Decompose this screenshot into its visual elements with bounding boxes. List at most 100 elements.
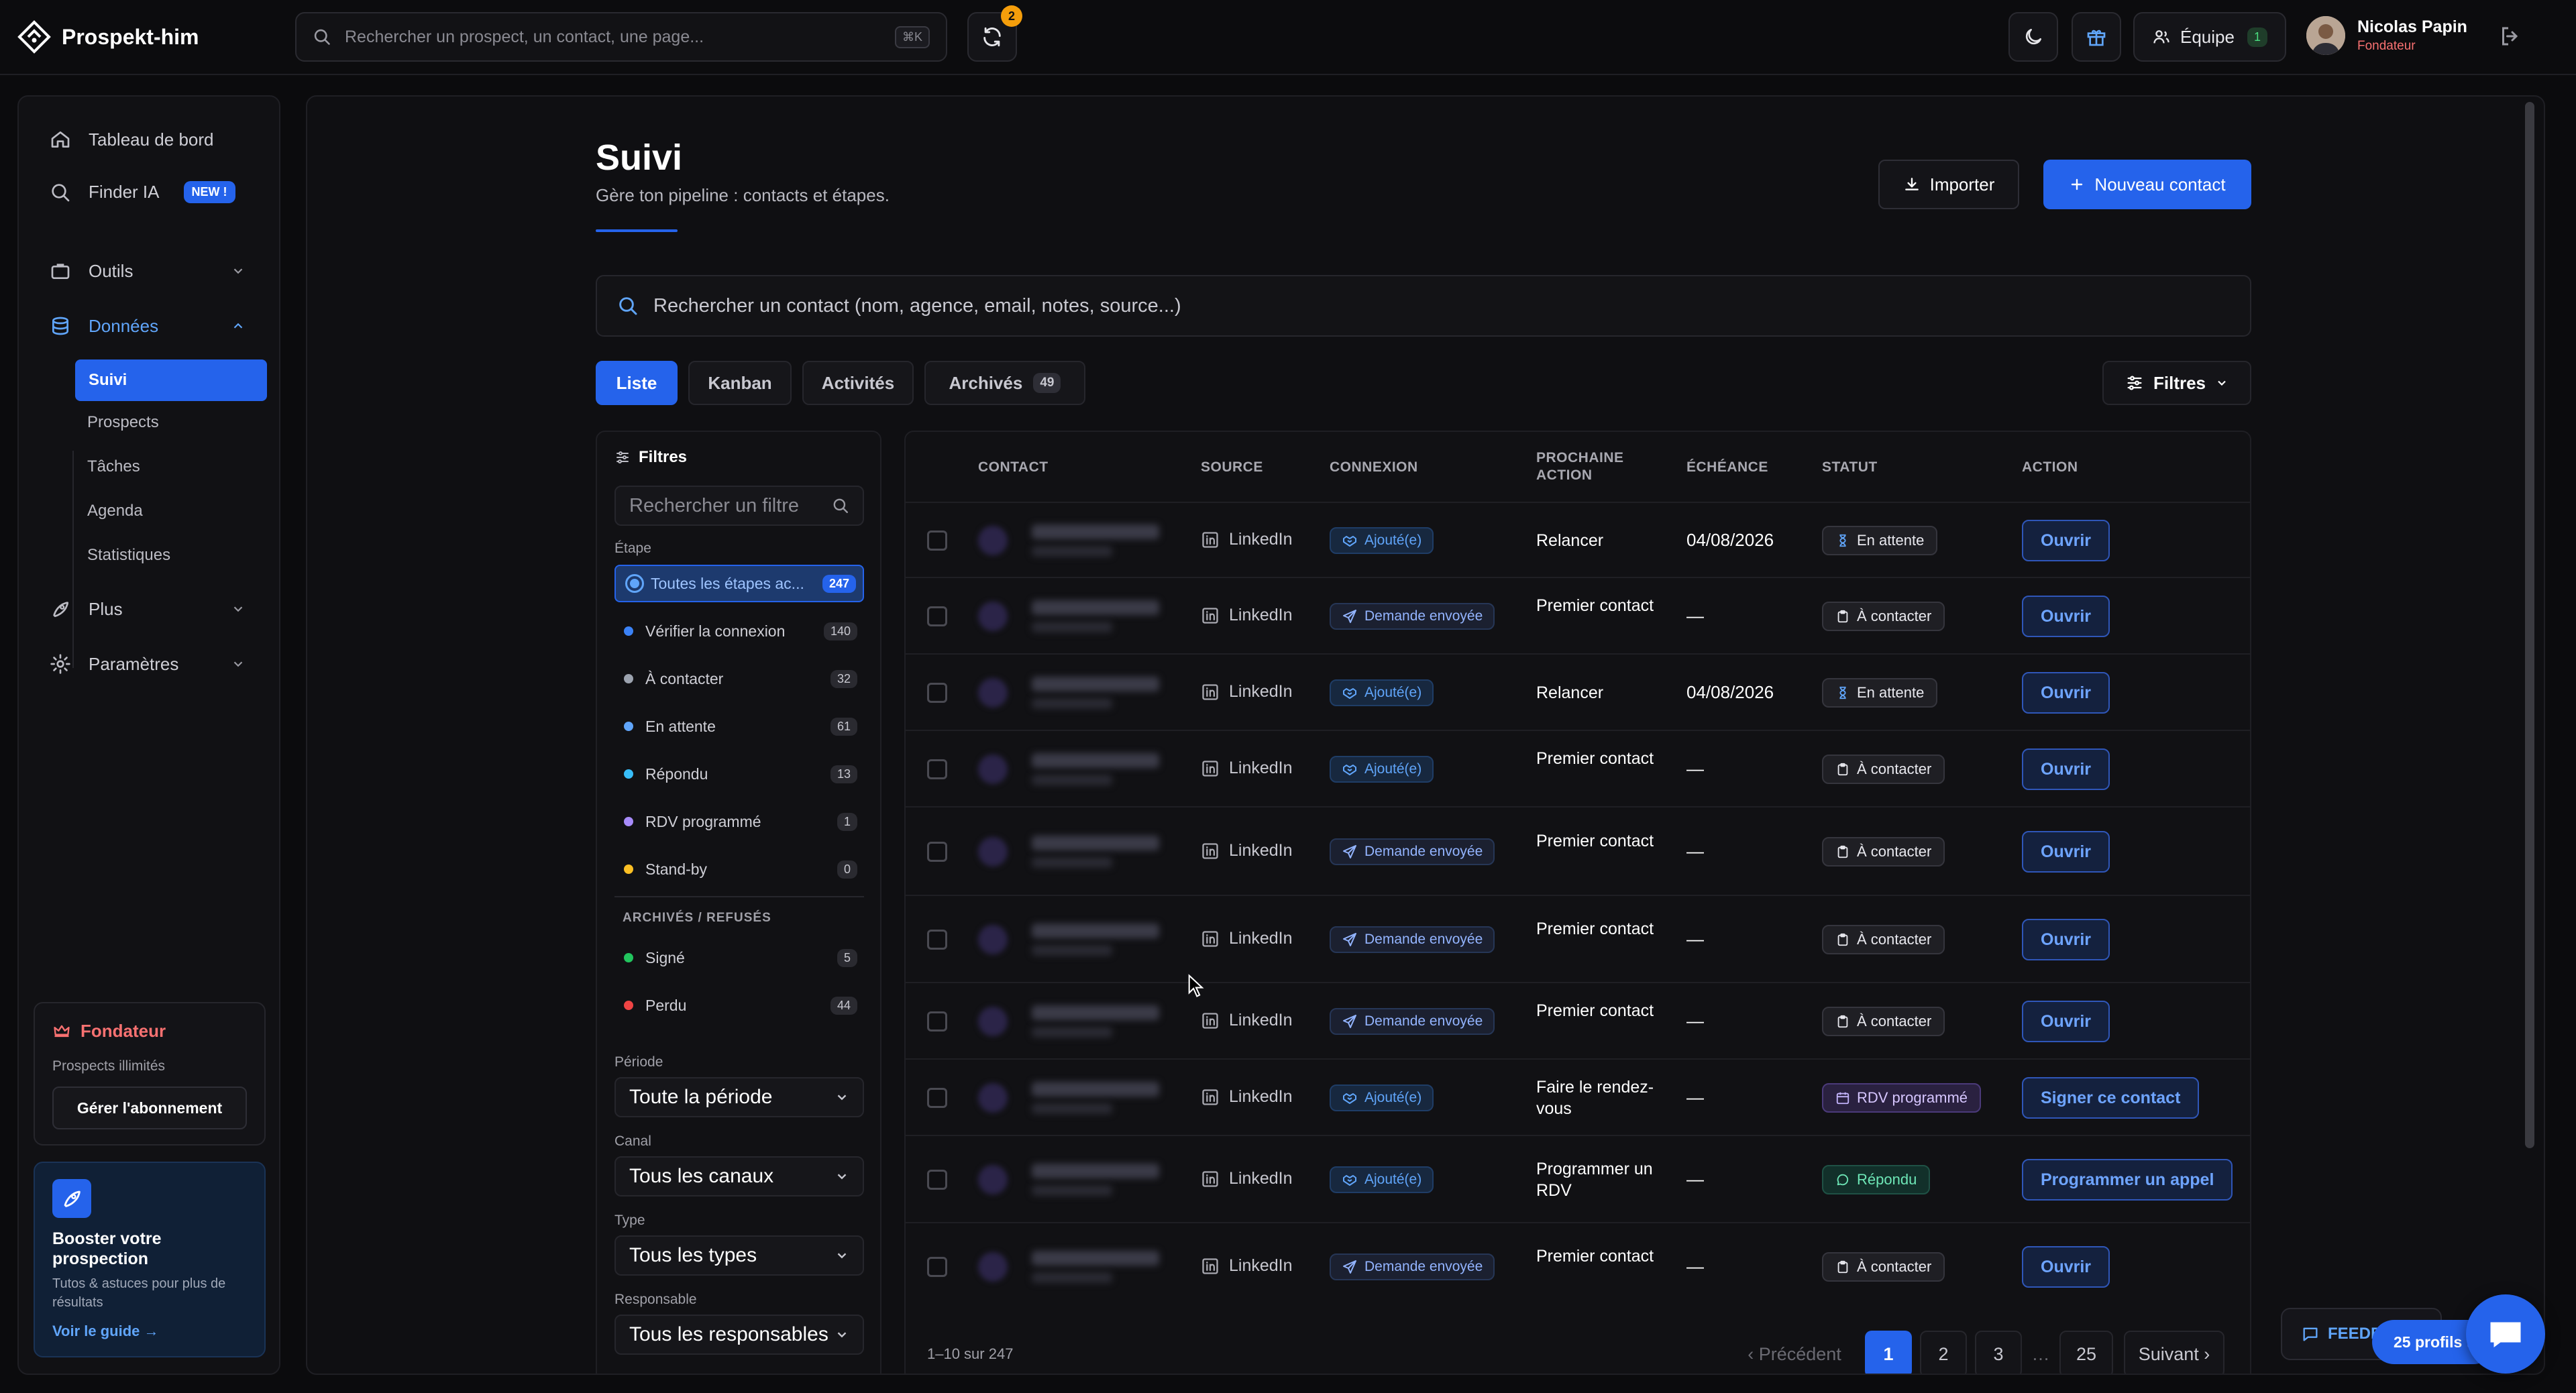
title-underline: [596, 229, 678, 232]
row-action-button[interactable]: Ouvrir: [2022, 1001, 2110, 1042]
table-row[interactable]: LinkedIn Ajouté(e) Premier contact — À conta…: [906, 730, 2250, 806]
table-row[interactable]: LinkedIn Demande envoyée Premier contact — À…: [906, 982, 2250, 1058]
row-checkbox[interactable]: [927, 683, 947, 703]
message-icon: [2490, 1322, 2521, 1347]
global-search-input[interactable]: Rechercher un prospect, un contact, une …: [295, 12, 947, 62]
next-action-text: Premier contact: [1536, 920, 1654, 938]
new-contact-button[interactable]: Nouveau contact: [2043, 160, 2251, 209]
connection-badge: Ajouté(e): [1330, 527, 1434, 554]
table-row[interactable]: LinkedIn Ajouté(e) Programmer un RDV — Répon…: [906, 1135, 2250, 1222]
import-button[interactable]: Importer: [1878, 160, 2019, 209]
archived-filter-item[interactable]: Signé 5: [614, 939, 864, 977]
row-checkbox[interactable]: [927, 1257, 947, 1277]
row-checkbox[interactable]: [927, 1170, 947, 1190]
sidebar-item-settings[interactable]: Paramètres: [50, 653, 264, 675]
row-action-button[interactable]: Ouvrir: [2022, 596, 2110, 637]
guide-link[interactable]: Voir le guide →: [52, 1323, 159, 1340]
sidebar-item-data[interactable]: Données: [50, 315, 264, 337]
radio-selected-icon: [625, 574, 644, 593]
status-text: À contacter: [1857, 761, 1932, 777]
stage-filter-item[interactable]: En attente 61: [614, 708, 864, 745]
stage-filter-item[interactable]: Répondu 13: [614, 755, 864, 793]
archived-filter-item[interactable]: Perdu 44: [614, 987, 864, 1024]
contact-search-input[interactable]: Rechercher un contact (nom, agence, emai…: [596, 275, 2251, 337]
contact-avatar-blurred: [978, 1007, 1008, 1036]
team-button[interactable]: Équipe 1: [2133, 12, 2286, 62]
stage-filter-item[interactable]: Toutes les étapes ac... 247: [614, 565, 864, 602]
column-header-due[interactable]: ÉCHÉANCE: [1686, 459, 1768, 476]
owner-select[interactable]: Tous les responsables: [614, 1315, 864, 1355]
column-header-connexion[interactable]: CONNEXION: [1330, 459, 1418, 476]
stage-filter-item[interactable]: RDV programmé 1: [614, 803, 864, 840]
row-checkbox[interactable]: [927, 930, 947, 950]
row-checkbox[interactable]: [927, 842, 947, 862]
manage-subscription-button[interactable]: Gérer l'abonnement: [52, 1086, 247, 1129]
pagination-page-3[interactable]: 3: [1975, 1331, 2022, 1374]
period-label: Période: [614, 1054, 663, 1070]
gift-button[interactable]: [2072, 12, 2121, 62]
row-action-button[interactable]: Programmer un appel: [2022, 1159, 2233, 1201]
app-logo[interactable]: Prospekt-him: [17, 20, 199, 54]
tab-liste[interactable]: Liste: [596, 361, 678, 405]
row-checkbox[interactable]: [927, 531, 947, 551]
user-menu[interactable]: Nicolas Papin Fondateur: [2306, 16, 2467, 55]
column-header-next-action[interactable]: PROCHAINE ACTION: [1536, 449, 1637, 484]
connection-text: Demande envoyée: [1364, 932, 1483, 947]
sidebar-item-finder[interactable]: Finder IA NEW !: [50, 181, 235, 203]
row-checkbox[interactable]: [927, 1011, 947, 1032]
period-select[interactable]: Toute la période: [614, 1077, 864, 1117]
stage-filter-item[interactable]: Stand-by 0: [614, 850, 864, 888]
type-select[interactable]: Tous les types: [614, 1235, 864, 1276]
tab-activites[interactable]: Activités: [802, 361, 914, 405]
filter-search-input[interactable]: Rechercher un filtre: [614, 486, 864, 526]
column-header-source[interactable]: SOURCE: [1201, 459, 1263, 476]
table-row[interactable]: LinkedIn Ajouté(e) Relancer 04/08/2026 En at…: [906, 502, 2250, 577]
pagination-next[interactable]: Suivant ›: [2124, 1331, 2224, 1374]
filters-button[interactable]: Filtres: [2102, 361, 2251, 405]
filter-panel: Filtres Rechercher un filtre Étape Toute…: [596, 431, 881, 1374]
table-row[interactable]: LinkedIn Demande envoyée Premier contact — À…: [906, 577, 2250, 653]
row-action-button[interactable]: Ouvrir: [2022, 748, 2110, 790]
table-row[interactable]: LinkedIn Demande envoyée Premier contact — À…: [906, 895, 2250, 982]
stage-filter-item[interactable]: Vérifier la connexion 140: [614, 612, 864, 650]
sidebar-sub-statistiques[interactable]: Statistiques: [87, 546, 170, 565]
pagination-page-1[interactable]: 1: [1865, 1331, 1912, 1374]
sidebar-sub-suivi[interactable]: Suivi: [75, 359, 267, 401]
sidebar-sub-prospects[interactable]: Prospects: [87, 413, 159, 432]
contact-name-blurred: [1032, 1082, 1159, 1097]
row-action-button[interactable]: Ouvrir: [2022, 520, 2110, 561]
channel-select[interactable]: Tous les canaux: [614, 1156, 864, 1196]
row-checkbox[interactable]: [927, 759, 947, 779]
row-action-button[interactable]: Ouvrir: [2022, 672, 2110, 714]
row-checkbox[interactable]: [927, 606, 947, 626]
logout-icon[interactable]: [2498, 24, 2522, 48]
row-action-button[interactable]: Ouvrir: [2022, 831, 2110, 873]
sidebar-item-tools[interactable]: Outils: [50, 260, 264, 282]
row-action-button[interactable]: Ouvrir: [2022, 919, 2110, 960]
pagination-prev[interactable]: ‹ Précédent: [1737, 1331, 1851, 1374]
sidebar-item-more[interactable]: Plus: [50, 598, 264, 620]
sync-button[interactable]: 2: [967, 5, 1022, 62]
tab-kanban[interactable]: Kanban: [688, 361, 792, 405]
scrollbar[interactable]: [2525, 102, 2534, 1148]
row-checkbox[interactable]: [927, 1088, 947, 1108]
theme-toggle-button[interactable]: [2008, 12, 2058, 62]
tab-archives[interactable]: Archivés 49: [924, 361, 1085, 405]
row-action-button[interactable]: Ouvrir: [2022, 1246, 2110, 1288]
stage-filter-item[interactable]: À contacter 32: [614, 660, 864, 698]
table-row[interactable]: LinkedIn Demande envoyée Premier contact — À…: [906, 806, 2250, 895]
sidebar-sub-taches[interactable]: Tâches: [87, 457, 140, 476]
row-action-button[interactable]: Signer ce contact: [2022, 1077, 2200, 1119]
pagination-page-2[interactable]: 2: [1920, 1331, 1967, 1374]
stage-count-badge: 13: [830, 765, 857, 783]
table-row[interactable]: LinkedIn Demande envoyée Premier contact — À…: [906, 1222, 2250, 1309]
table-row[interactable]: LinkedIn Ajouté(e) Faire le rendez-vous — RD…: [906, 1058, 2250, 1135]
pagination-page-25[interactable]: 25: [2059, 1331, 2113, 1374]
column-header-contact[interactable]: CONTACT: [978, 459, 1049, 476]
table-row[interactable]: LinkedIn Ajouté(e) Relancer 04/08/2026 En at…: [906, 653, 2250, 730]
handshake-icon: [1342, 533, 1358, 549]
column-header-status[interactable]: STATUT: [1822, 459, 1878, 476]
sidebar-sub-agenda[interactable]: Agenda: [87, 502, 143, 520]
sidebar-item-dashboard[interactable]: Tableau de bord: [50, 129, 213, 150]
chat-launcher[interactable]: [2466, 1294, 2545, 1374]
